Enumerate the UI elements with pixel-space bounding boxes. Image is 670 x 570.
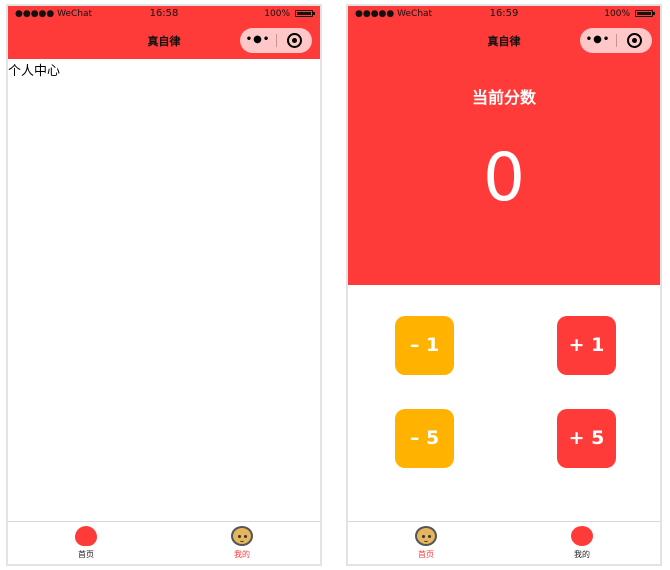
navigation-bar: 真自律 •●• [8, 22, 320, 59]
score-label: 当前分数 [471, 88, 536, 107]
tab-mine[interactable]: 我的 [164, 522, 320, 564]
battery-percent: 100% [264, 9, 290, 19]
menu-capsule: •●• [580, 28, 652, 53]
more-icon[interactable]: •●• [580, 34, 616, 46]
navigation-bar: 真自律 •●• [348, 22, 660, 59]
tab-mine-label: 我的 [234, 550, 250, 559]
plus-five-button[interactable]: + 5 [557, 409, 616, 468]
close-miniprogram-icon[interactable] [627, 33, 642, 48]
page-text: 个人中心 [8, 64, 61, 79]
face-icon [415, 526, 437, 546]
minus-five-button[interactable]: – 5 [395, 409, 454, 468]
status-bar: ●●●●● WeChat 16:59 100% [348, 6, 660, 22]
tab-home-label: 首页 [418, 550, 434, 559]
tab-mine-label: 我的 [574, 550, 590, 559]
battery-icon [635, 10, 655, 17]
circle-icon [571, 526, 593, 546]
tab-home[interactable]: 首页 [8, 522, 164, 564]
capsule-divider [616, 34, 617, 47]
score-value: 0 [483, 139, 525, 216]
minus-one-button[interactable]: – 1 [395, 316, 454, 375]
tab-bar: 首页 我的 [8, 521, 320, 564]
capsule-divider [276, 34, 277, 47]
menu-capsule: •●• [240, 28, 312, 53]
face-icon [231, 526, 253, 546]
plus-one-button[interactable]: + 1 [557, 316, 616, 375]
battery-percent: 100% [604, 9, 630, 19]
left-phone-screen: ●●●●● WeChat 16:58 100% 真自律 •●• 个人中心 首页 … [6, 4, 322, 566]
more-icon[interactable]: •●• [240, 34, 276, 46]
close-miniprogram-icon[interactable] [287, 33, 302, 48]
score-panel: 当前分数 0 [348, 59, 660, 285]
status-bar: ●●●●● WeChat 16:58 100% [8, 6, 320, 22]
tab-home[interactable]: 首页 [348, 522, 504, 564]
right-phone-screen: ●●●●● WeChat 16:59 100% 真自律 •●• 当前分数 0 –… [346, 4, 662, 566]
tab-bar: 首页 我的 [348, 521, 660, 564]
home-blob-icon [75, 526, 97, 546]
battery-icon [295, 10, 315, 17]
tab-home-label: 首页 [78, 550, 94, 559]
tab-mine[interactable]: 我的 [504, 522, 660, 564]
